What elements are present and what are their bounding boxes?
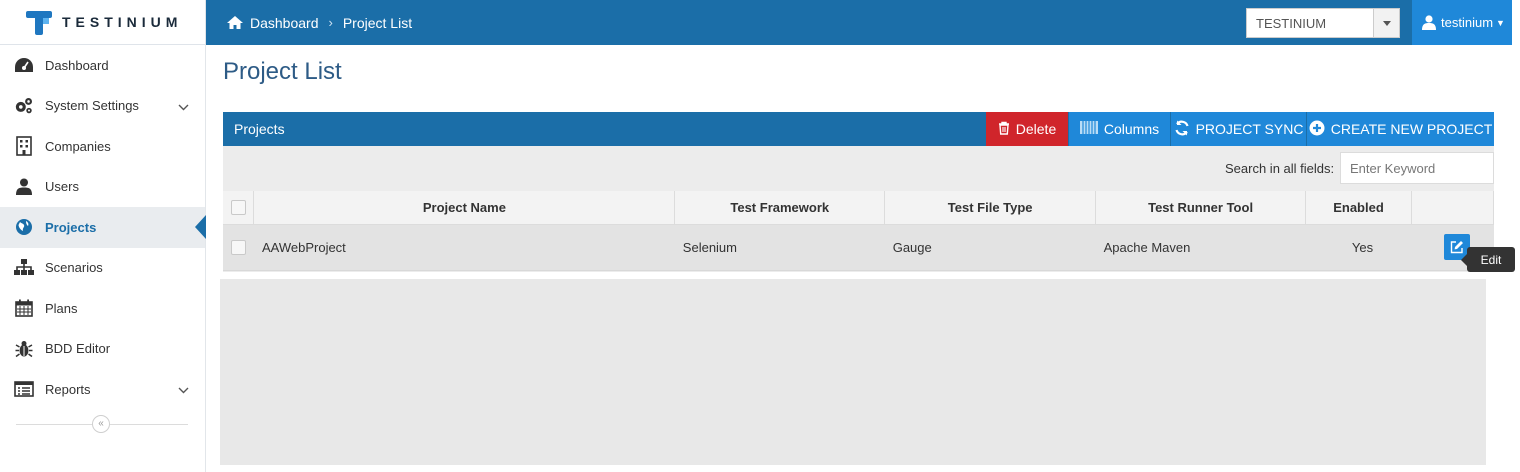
- plus-circle-icon: [1309, 120, 1325, 139]
- search-input[interactable]: [1340, 152, 1494, 184]
- testinium-logo-icon: [26, 9, 52, 35]
- cell-project-name: AAWebProject: [253, 224, 675, 271]
- building-icon: [14, 136, 34, 157]
- column-header-test-runner-tool[interactable]: Test Runner Tool: [1095, 191, 1307, 225]
- brand-name: TESTINIUM: [62, 14, 183, 30]
- project-sync-label: PROJECT SYNC: [1195, 121, 1304, 137]
- columns-label: Columns: [1103, 121, 1160, 137]
- column-header-enabled[interactable]: Enabled: [1305, 191, 1412, 225]
- projects-panel-body: Search in all fields: Project Name Test …: [223, 146, 1494, 272]
- company-select[interactable]: TESTINIUM: [1246, 8, 1400, 38]
- sidebar-item-projects[interactable]: Projects: [0, 207, 206, 248]
- breadcrumb: Dashboard › Project List: [226, 15, 412, 31]
- edit-tooltip: Edit: [1461, 247, 1515, 272]
- breadcrumb-home-link[interactable]: Dashboard: [250, 15, 319, 31]
- sidebar-collapse-row: «: [0, 410, 205, 440]
- calendar-icon: [14, 298, 34, 318]
- sidebar-item-label: Reports: [45, 381, 91, 397]
- sidebar-item-label: Dashboard: [45, 57, 109, 73]
- user-name: testinium: [1441, 15, 1494, 30]
- sidebar-item-dashboard[interactable]: Dashboard: [0, 45, 205, 86]
- sidebar-item-label: Projects: [45, 219, 97, 235]
- cell-test-file-type: Gauge: [884, 224, 1096, 271]
- user-menu[interactable]: testinium ▼: [1412, 0, 1512, 45]
- project-sync-button[interactable]: PROJECT SYNC: [1171, 112, 1306, 146]
- sidebar-item-companies[interactable]: Companies: [0, 126, 205, 167]
- trash-icon: [998, 121, 1010, 138]
- sidebar-item-reports[interactable]: Reports: [0, 369, 205, 410]
- page-title: Project List: [223, 58, 342, 85]
- sitemap-icon: [14, 258, 34, 278]
- sidebar-item-bdd-editor[interactable]: BDD Editor: [0, 329, 205, 370]
- content-empty-area: [220, 279, 1486, 465]
- projects-panel-header: Projects Delete Columns PROJECT SYNC CRE…: [223, 112, 1494, 146]
- column-header-actions: [1411, 191, 1494, 225]
- select-all-header: [223, 191, 255, 225]
- sidebar-item-system-settings[interactable]: System Settings: [0, 86, 205, 127]
- sidebar: Dashboard System Settings Companies User…: [0, 45, 206, 472]
- list-icon: [14, 379, 34, 399]
- column-header-project-name[interactable]: Project Name: [253, 191, 676, 225]
- breadcrumb-separator-icon: ›: [328, 15, 333, 30]
- cell-test-framework: Selenium: [674, 224, 885, 271]
- sidebar-item-label: Companies: [45, 138, 111, 154]
- select-all-checkbox[interactable]: [230, 200, 246, 216]
- user-icon: [14, 177, 34, 197]
- company-select-value: TESTINIUM: [1256, 15, 1327, 31]
- row-checkbox[interactable]: [231, 240, 246, 256]
- projects-table: Project Name Test Framework Test File Ty…: [223, 191, 1494, 271]
- delete-button[interactable]: Delete: [986, 112, 1068, 146]
- columns-icon: [1079, 121, 1098, 137]
- panel-title: Projects: [234, 121, 285, 137]
- sidebar-item-label: Users: [45, 179, 79, 195]
- brand-logo[interactable]: TESTINIUM: [0, 0, 206, 45]
- sidebar-item-label: Plans: [45, 300, 78, 316]
- sidebar-item-users[interactable]: Users: [0, 167, 205, 208]
- column-header-test-framework[interactable]: Test Framework: [674, 191, 886, 225]
- create-new-project-button[interactable]: CREATE NEW PROJECT: [1307, 112, 1494, 146]
- cell-enabled: Yes: [1305, 224, 1412, 271]
- columns-button[interactable]: Columns: [1069, 112, 1170, 146]
- bug-icon: [14, 339, 34, 359]
- collapse-sidebar-button[interactable]: «: [92, 414, 110, 433]
- search-label: Search in all fields:: [1225, 161, 1335, 176]
- edit-icon: [1450, 241, 1463, 254]
- home-icon[interactable]: [226, 15, 244, 30]
- column-header-test-file-type[interactable]: Test File Type: [884, 191, 1097, 225]
- cell-test-runner-tool: Apache Maven: [1095, 224, 1306, 271]
- top-bar: Dashboard › Project List TESTINIUM testi…: [206, 0, 1512, 45]
- sidebar-item-label: System Settings: [45, 98, 139, 114]
- breadcrumb-current: Project List: [342, 14, 413, 31]
- table-header-row: Project Name Test Framework Test File Ty…: [223, 191, 1494, 225]
- caret-down-icon: ▼: [1496, 17, 1505, 28]
- sidebar-item-plans[interactable]: Plans: [0, 288, 205, 329]
- table-row[interactable]: AAWebProject Selenium Gauge Apache Maven…: [223, 224, 1494, 271]
- delete-label: Delete: [1015, 121, 1057, 137]
- dashboard-icon: [14, 55, 34, 75]
- user-icon: [1422, 15, 1436, 30]
- sidebar-item-label: BDD Editor: [45, 341, 111, 357]
- create-new-project-label: CREATE NEW PROJECT: [1330, 121, 1493, 137]
- chevron-down-icon: [178, 99, 189, 114]
- sidebar-item-label: Scenarios: [45, 260, 103, 276]
- chevron-down-icon[interactable]: [1373, 9, 1399, 37]
- chevron-down-icon: [178, 382, 189, 397]
- sync-icon: [1174, 120, 1190, 139]
- sidebar-item-scenarios[interactable]: Scenarios: [0, 248, 205, 289]
- row-select-cell: [223, 224, 254, 271]
- gears-icon: [14, 96, 34, 116]
- globe-icon: [14, 217, 34, 237]
